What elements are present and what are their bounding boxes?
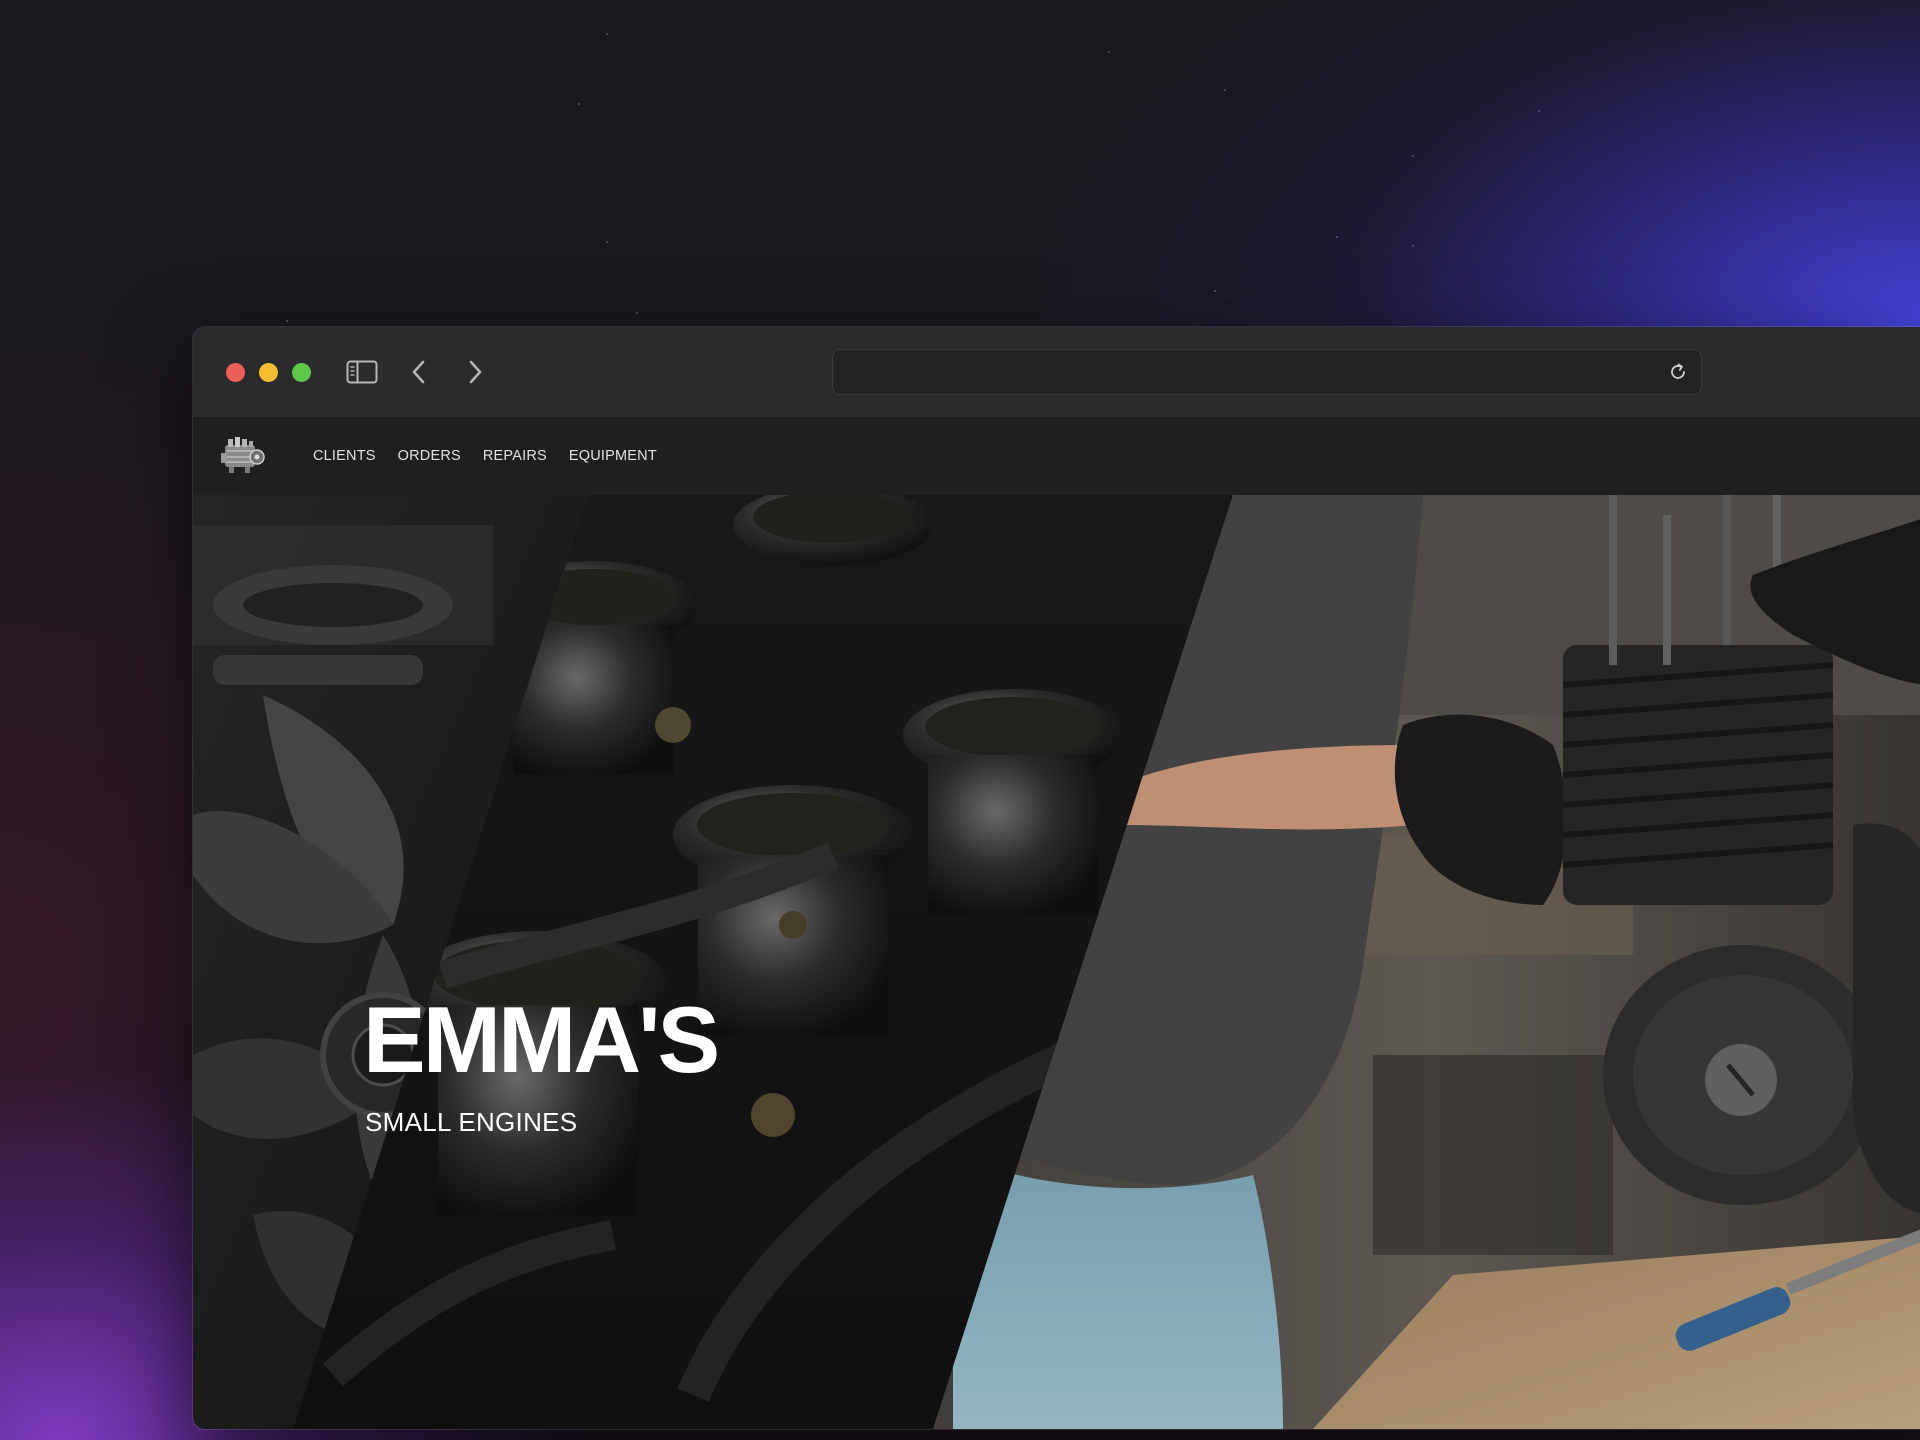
- hero-subtitle: SMALL ENGINES: [365, 1107, 578, 1137]
- star-dot: [1336, 236, 1338, 238]
- star-dot: [606, 241, 608, 243]
- browser-titlebar: [193, 327, 1920, 418]
- star-dot: [606, 33, 608, 35]
- star-dot: [578, 103, 580, 105]
- reload-icon[interactable]: [1667, 361, 1689, 383]
- star-dot: [1412, 245, 1414, 247]
- chevron-left-icon[interactable]: [407, 355, 431, 389]
- zoom-window-button[interactable]: [292, 363, 311, 382]
- star-dot: [1214, 290, 1216, 292]
- nav-link-repairs[interactable]: REPAIRS: [483, 448, 547, 464]
- star-dot: [1412, 155, 1414, 157]
- sidebar-icon[interactable]: [345, 355, 379, 389]
- nav-link-orders[interactable]: ORDERS: [398, 448, 461, 464]
- nav-link-equipment[interactable]: EQUIPMENT: [569, 448, 657, 464]
- site-navbar: CLIENTS ORDERS REPAIRS EQUIPMENT: [193, 417, 1920, 495]
- hero-image-collage: [193, 495, 1920, 1429]
- address-bar[interactable]: [832, 349, 1702, 395]
- browser-window: CLIENTS ORDERS REPAIRS EQUIPMENT EMMA'S …: [193, 327, 1920, 1429]
- close-window-button[interactable]: [226, 363, 245, 382]
- star-dot: [1108, 51, 1110, 53]
- nav-link-clients[interactable]: CLIENTS: [313, 448, 376, 464]
- hero-title: EMMA'S: [363, 987, 720, 1092]
- nav-links: CLIENTS ORDERS REPAIRS EQUIPMENT: [313, 417, 657, 495]
- hero-section: EMMA'S SMALL ENGINES: [193, 495, 1920, 1429]
- chevron-right-icon[interactable]: [463, 355, 487, 389]
- engine-logo-icon[interactable]: [217, 431, 267, 479]
- minimize-window-button[interactable]: [259, 363, 278, 382]
- star-dot: [636, 312, 638, 314]
- star-dot: [1538, 110, 1540, 112]
- star-dot: [286, 320, 288, 322]
- star-dot: [1224, 89, 1226, 91]
